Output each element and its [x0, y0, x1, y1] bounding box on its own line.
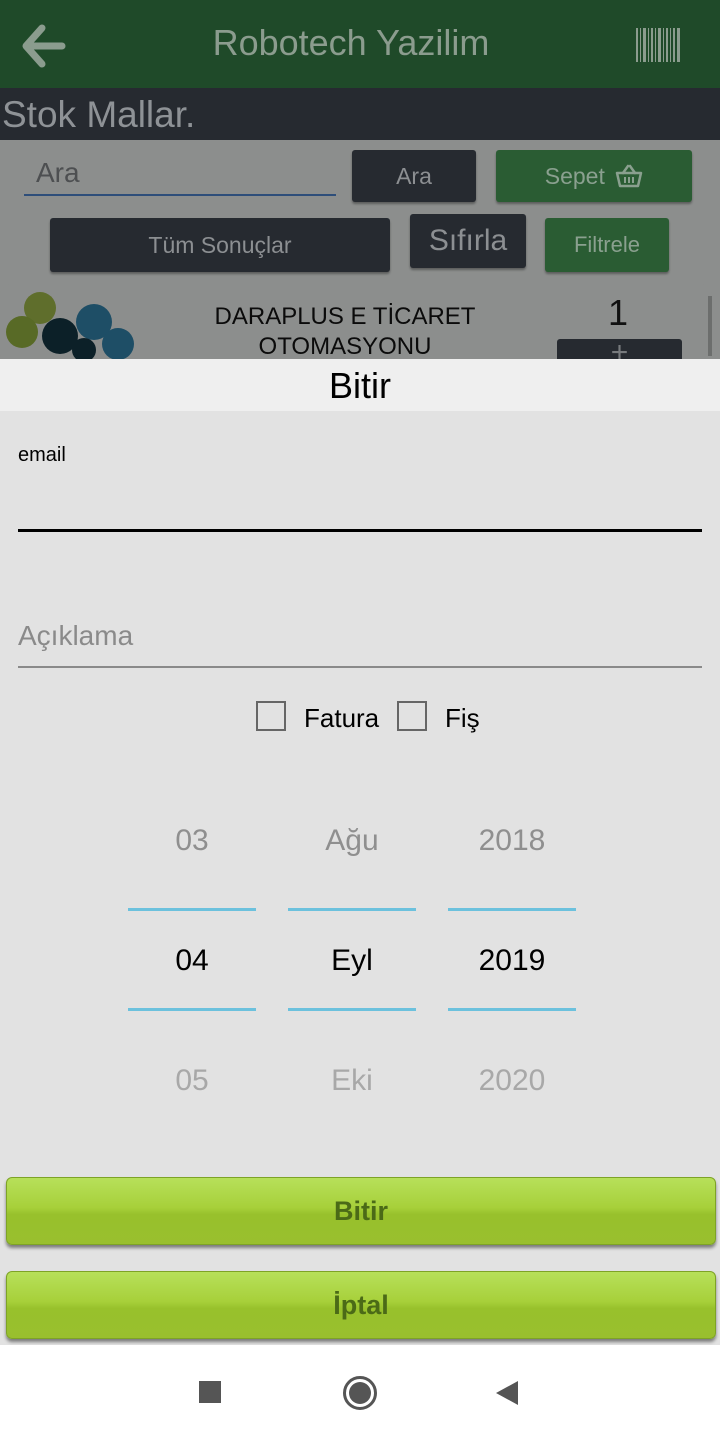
month-prev[interactable]: Ağu [288, 824, 416, 858]
cart-button-label: Sepet [544, 163, 605, 189]
dialog-title: Bitir [329, 365, 391, 406]
day-next[interactable]: 05 [128, 1064, 256, 1098]
month-selected[interactable]: Eyl [288, 944, 416, 978]
year-selected[interactable]: 2019 [448, 944, 576, 978]
barcode-icon[interactable] [636, 28, 680, 62]
month-next[interactable]: Eki [288, 1064, 416, 1098]
finish-button[interactable]: Bitir [6, 1177, 716, 1245]
invoice-checkbox-label[interactable]: Fatura [304, 703, 379, 734]
year-divider-bottom [448, 1008, 576, 1011]
all-results-button[interactable]: Tüm Sonuçlar [50, 218, 390, 272]
cancel-button[interactable]: İptal [6, 1271, 716, 1339]
search-button[interactable]: Ara [352, 150, 476, 202]
year-next[interactable]: 2020 [448, 1064, 576, 1098]
app-title: Robotech Yazilim [212, 22, 490, 63]
section-title: Stok Mallar. [2, 94, 196, 135]
email-field[interactable] [18, 472, 702, 532]
email-label: email [18, 444, 66, 466]
description-field[interactable] [18, 606, 702, 668]
reset-button[interactable]: Sıfırla [410, 214, 526, 268]
year-divider-top [448, 908, 576, 911]
month-divider-top [288, 908, 416, 911]
product-quantity: 1 [607, 292, 629, 333]
scrollbar[interactable] [708, 296, 712, 356]
day-selected[interactable]: 04 [128, 944, 256, 978]
month-divider-bottom [288, 1008, 416, 1011]
triangle-back-icon[interactable] [494, 1379, 520, 1407]
product-logo [0, 288, 148, 362]
day-divider-bottom [128, 1008, 256, 1011]
basket-icon [616, 164, 643, 188]
year-prev[interactable]: 2018 [448, 824, 576, 858]
receipt-checkbox[interactable] [397, 701, 427, 731]
filter-button[interactable]: Filtrele [545, 218, 669, 272]
invoice-checkbox[interactable] [256, 701, 286, 731]
day-prev[interactable]: 03 [128, 824, 256, 858]
cart-button[interactable]: Sepet [496, 150, 692, 202]
receipt-checkbox-label[interactable]: Fiş [445, 703, 480, 734]
search-input[interactable] [24, 152, 336, 196]
square-recents-icon[interactable] [199, 1381, 221, 1403]
circle-home-icon[interactable] [342, 1375, 378, 1411]
product-name: DARAPLUS E TİCARET OTOMASYONU [214, 303, 476, 360]
day-divider-top [128, 908, 256, 911]
